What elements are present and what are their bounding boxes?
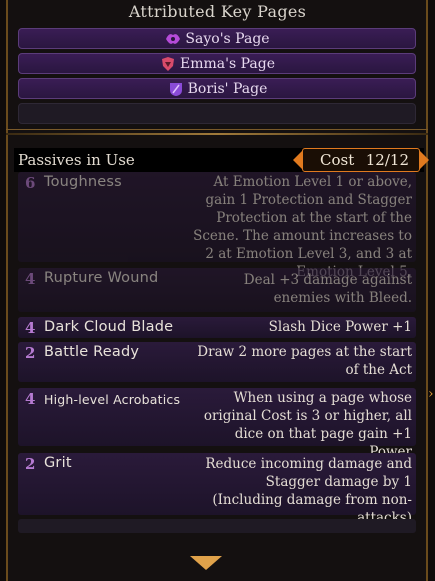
passive-name: Toughness [44, 174, 122, 190]
passive-description: Slash Dice Power +1 [268, 319, 412, 335]
passive-row[interactable]: 2 Grit Reduce incoming damage and Stagge… [18, 453, 416, 526]
chevron-right-icon[interactable]: › [428, 386, 434, 402]
passive-description: Draw 2 more pages at the start of the Ac… [197, 344, 412, 378]
passive-row[interactable]: 4 Dark Cloud Blade Slash Dice Power +1 [18, 317, 416, 338]
cost-label: Cost [320, 151, 355, 169]
emma-emblem-icon [162, 56, 174, 71]
passive-description: When using a page whose original Cost is… [203, 390, 412, 460]
passive-cost: 4 [25, 319, 36, 337]
passive-cost: 4 [25, 390, 36, 408]
passive-description: At Emotion Level 1 or above, gain 1 Prot… [193, 174, 412, 280]
sayo-emblem-icon [166, 33, 181, 44]
key-page-sayo[interactable]: Sayo's Page [18, 28, 416, 49]
passive-cost: 6 [25, 174, 36, 192]
passive-row[interactable]: 4 Rupture Wound Deal +3 damage against e… [18, 268, 416, 312]
key-page-label: Emma's Page [180, 55, 275, 72]
key-page-label: Boris' Page [187, 80, 268, 97]
cost-right-arrow-icon [420, 151, 429, 169]
passive-name: High-level Acrobatics [44, 392, 181, 407]
passive-cost: 2 [25, 455, 36, 473]
key-page-emma[interactable]: Emma's Page [18, 53, 416, 74]
key-pages-title: Attributed Key Pages [128, 2, 307, 21]
passive-row[interactable]: 4 High-level Acrobatics When using a pag… [18, 388, 416, 460]
passive-cost: 2 [25, 344, 36, 362]
key-page-boris[interactable]: Boris' Page [18, 78, 416, 99]
passive-row[interactable]: 6 Toughness At Emotion Level 1 or above,… [18, 172, 416, 280]
passive-name: Dark Cloud Blade [44, 319, 174, 335]
boris-emblem-icon [169, 82, 182, 96]
passive-row[interactable]: 2 Battle Ready Draw 2 more pages at the … [18, 342, 416, 382]
cost-indicator: Cost 12/12 [293, 148, 429, 172]
key-page-label: Sayo's Page [185, 30, 270, 47]
passive-description: Reduce incoming damage and Stagger damag… [205, 456, 412, 526]
passive-description: Deal +3 damage against enemies with Blee… [243, 272, 412, 306]
passive-name: Rupture Wound [44, 270, 159, 286]
cost-value: 12/12 [365, 151, 409, 169]
passives-title: Passives in Use [18, 151, 135, 169]
passive-name: Grit [44, 455, 72, 471]
key-page-empty-slot[interactable] [18, 103, 416, 124]
ornate-divider [6, 129, 428, 136]
scroll-down-arrow-icon[interactable] [190, 556, 222, 570]
passive-cost: 4 [25, 270, 36, 288]
passive-empty-slot[interactable] [18, 519, 416, 533]
cost-left-arrow-icon [293, 151, 302, 169]
passive-name: Battle Ready [44, 344, 140, 360]
